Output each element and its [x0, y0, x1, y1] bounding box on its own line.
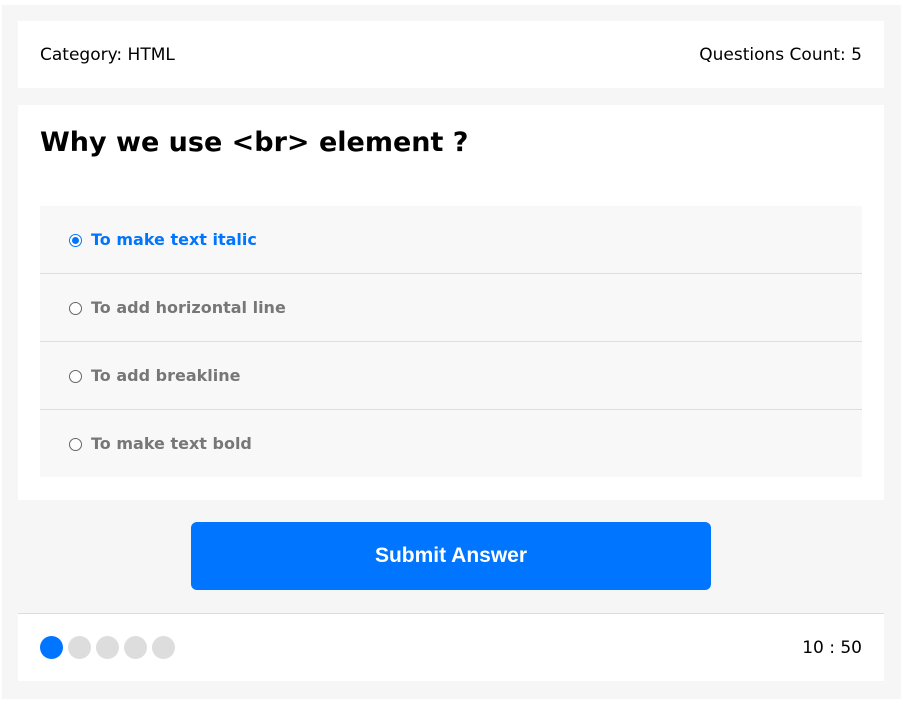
answer-option-4[interactable]: To make text bold [40, 410, 862, 477]
answers-list: To make text italic To add horizontal li… [40, 206, 862, 477]
progress-bullet [40, 636, 63, 659]
answer-radio[interactable] [69, 234, 82, 247]
progress-bullet [96, 636, 119, 659]
answer-radio[interactable] [69, 302, 82, 315]
answer-option-2[interactable]: To add horizontal line [40, 274, 862, 342]
question-title: Why we use <br> element ? [40, 127, 469, 158]
answer-label: To make text italic [91, 230, 257, 249]
answer-label: To add horizontal line [91, 298, 286, 317]
quiz-footer: 10 : 50 [18, 613, 884, 681]
progress-bullets [40, 636, 175, 659]
quiz-area: Why we use <br> element ? To make text i… [18, 105, 884, 500]
quiz-info-bar: Category: HTML Questions Count: 5 [18, 21, 884, 88]
answer-radio[interactable] [69, 370, 82, 383]
progress-bullet [124, 636, 147, 659]
questions-count-label: Questions Count: 5 [699, 44, 862, 65]
progress-bullet [68, 636, 91, 659]
answer-label: To make text bold [91, 434, 252, 453]
answer-radio[interactable] [69, 438, 82, 451]
answer-label: To add breakline [91, 366, 241, 385]
category-label: Category: HTML [40, 44, 175, 65]
quiz-app: Category: HTML Questions Count: 5 Why we… [2, 5, 901, 699]
submit-answer-button[interactable]: Submit Answer [191, 522, 711, 590]
countdown-timer: 10 : 50 [802, 637, 862, 658]
answer-option-1[interactable]: To make text italic [40, 206, 862, 274]
answer-option-3[interactable]: To add breakline [40, 342, 862, 410]
progress-bullet [152, 636, 175, 659]
